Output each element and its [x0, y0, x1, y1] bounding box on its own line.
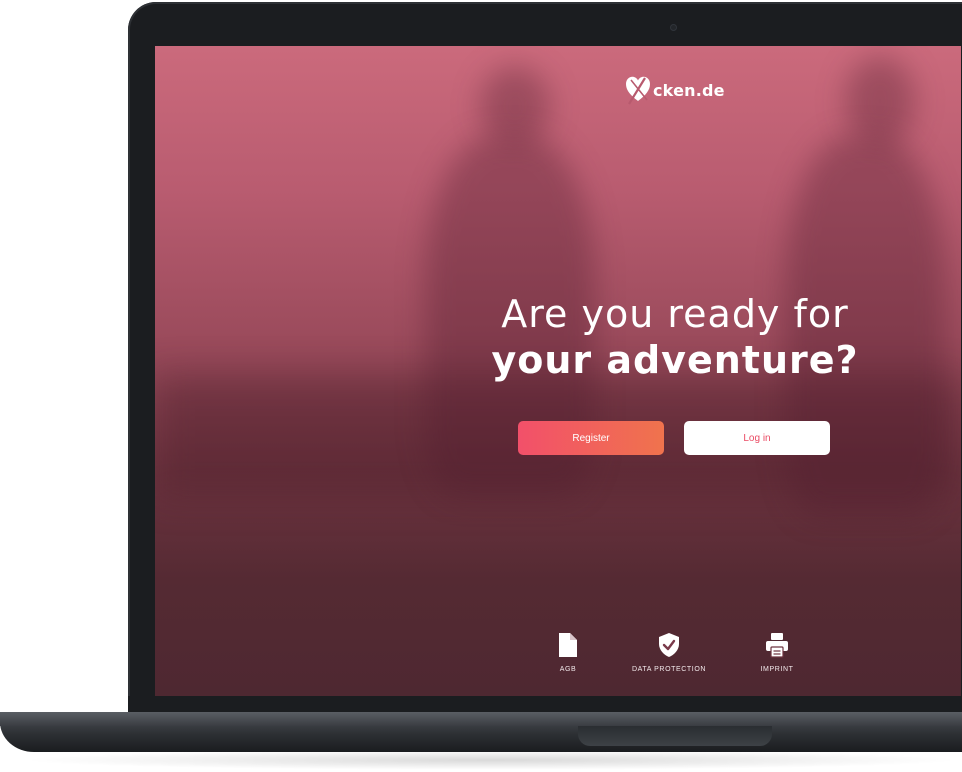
laptop-base-edge: [0, 712, 962, 726]
background-figure-woman: [845, 56, 915, 146]
app-screen: cken.de Are you ready for your adventure…: [155, 46, 961, 696]
footer-link-agb[interactable]: AGB: [553, 632, 583, 673]
laptop-shadow: [20, 750, 962, 770]
printer-icon: [766, 633, 788, 658]
footer-link-imprint[interactable]: IMPRINT: [755, 632, 799, 673]
background-figure-man: [480, 66, 550, 146]
laptop-lid: cken.de Are you ready for your adventure…: [128, 2, 962, 738]
shield-check-icon: [659, 633, 679, 657]
heart-x-icon: [626, 76, 650, 105]
headline-line-2: your adventure?: [491, 338, 859, 382]
footer-link-label: DATA PROTECTION: [631, 666, 707, 673]
brand-name: cken.de: [653, 80, 725, 100]
laptop-opening-notch: [578, 726, 772, 746]
login-button[interactable]: Log in: [684, 421, 830, 455]
footer-link-label: IMPRINT: [760, 666, 794, 673]
document-icon: [559, 633, 577, 657]
register-button[interactable]: Register: [518, 421, 664, 455]
hero-headline: Are you ready for your adventure?: [475, 292, 875, 384]
headline-line-1: Are you ready for: [501, 292, 849, 336]
brand-logo[interactable]: cken.de: [625, 72, 725, 108]
footer-link-data-protection[interactable]: DATA PROTECTION: [627, 632, 711, 673]
footer-link-label: AGB: [559, 666, 577, 673]
webcam: [670, 24, 677, 31]
